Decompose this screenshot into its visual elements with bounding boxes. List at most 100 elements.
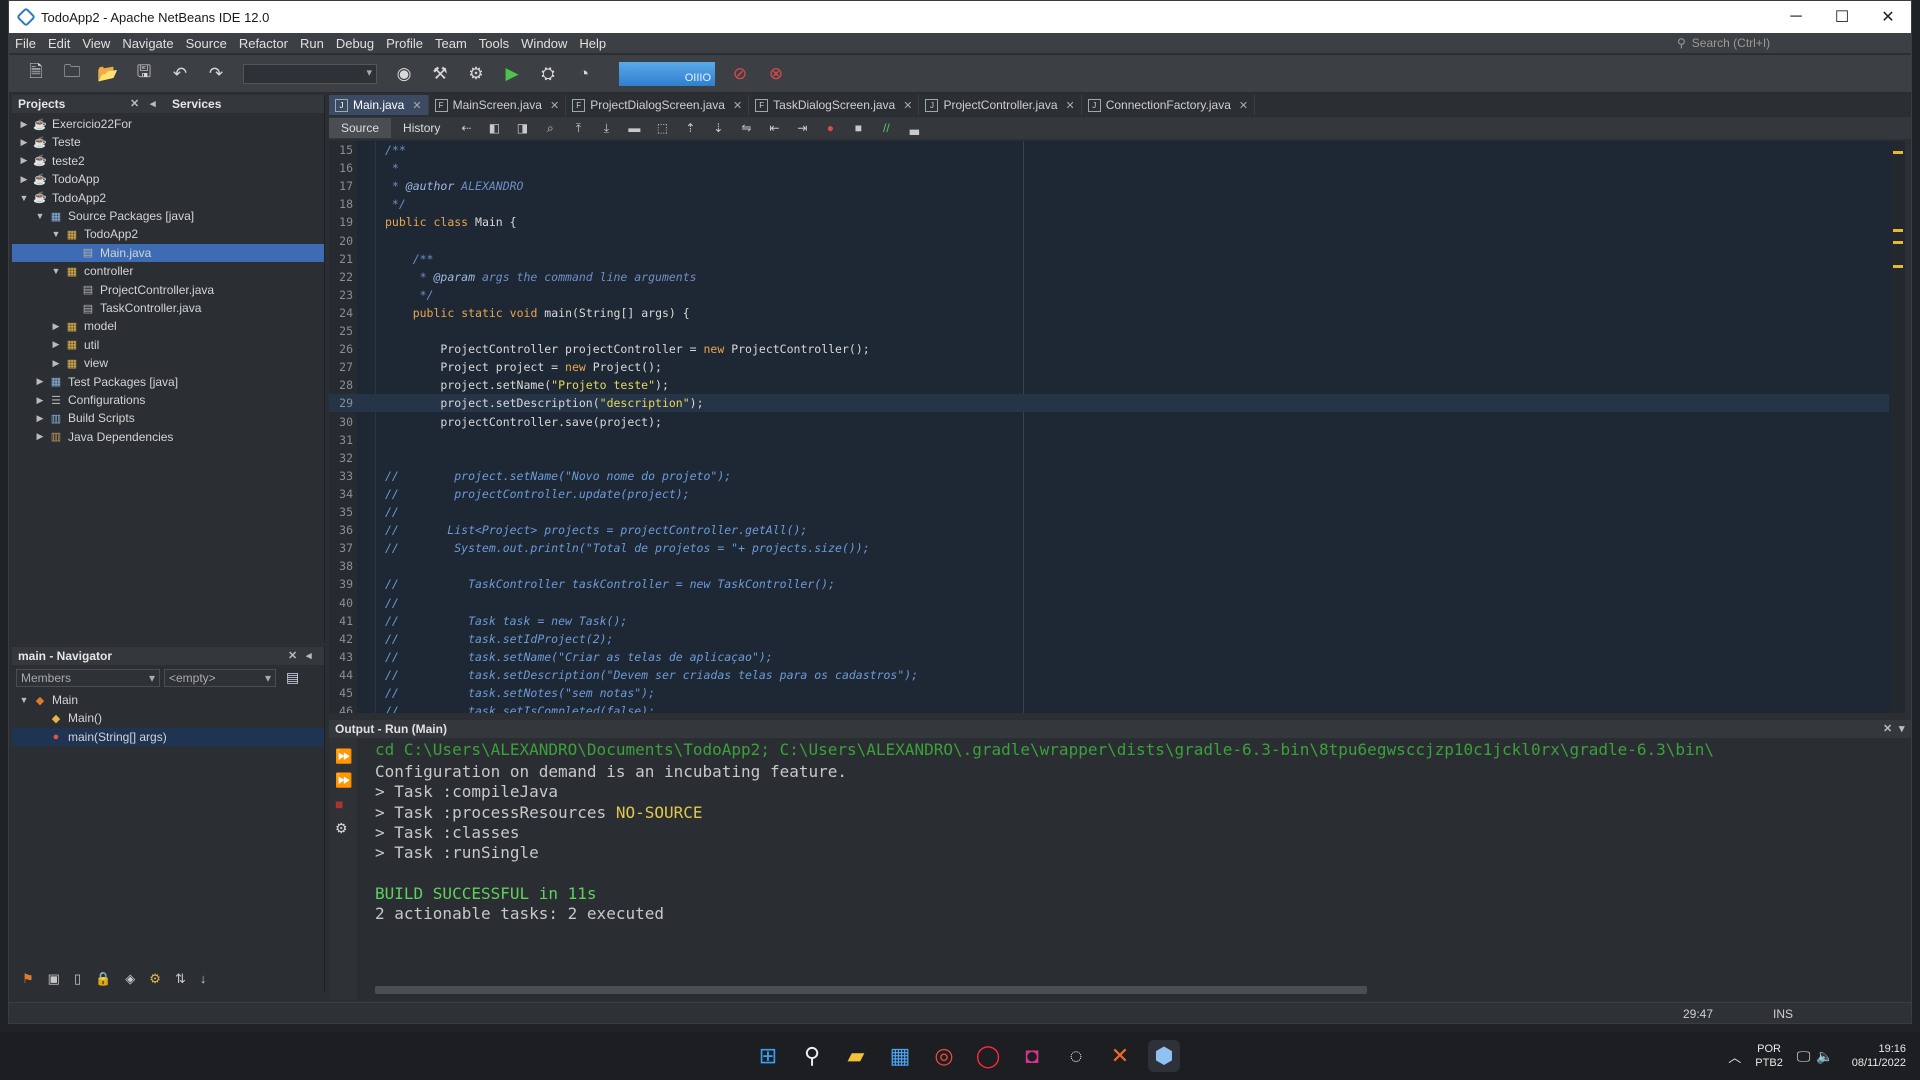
code-line[interactable]: 15 /** xyxy=(329,141,1889,159)
close-tab-icon[interactable]: ✕ xyxy=(733,99,742,112)
forward-icon[interactable]: ◨ xyxy=(514,120,530,136)
tree-item[interactable]: ▼ ☕ TodoApp2 xyxy=(12,189,324,207)
chrome-icon[interactable]: ◎ xyxy=(928,1040,960,1072)
tree-item[interactable]: ▶ ☕ Exercicio22For xyxy=(12,115,324,133)
language-indicator[interactable]: POR PTB2 xyxy=(1755,1042,1783,1070)
globe-icon[interactable]: ◉ xyxy=(391,61,417,87)
shift-left-icon[interactable]: ⇤ xyxy=(766,120,782,136)
tree-toggle-icon[interactable]: ▶ xyxy=(34,376,46,387)
code-line[interactable]: 32 xyxy=(329,449,1889,467)
members-filter-select[interactable]: Members ▾ xyxy=(16,669,160,687)
output-minimize-icon[interactable]: ▾ xyxy=(1899,722,1905,735)
tree-toggle-icon[interactable]: ▼ xyxy=(34,211,46,221)
tree-item[interactable]: ▶ ▥ Java Dependencies xyxy=(12,428,324,446)
code-line[interactable]: 39 // TaskController taskController = new… xyxy=(329,575,1889,593)
close-button[interactable]: ✕ xyxy=(1865,1,1911,33)
code-line[interactable]: 20 xyxy=(329,232,1889,250)
redo-icon[interactable]: ↷ xyxy=(203,61,229,87)
navigator-item[interactable]: ● main(String[] args) xyxy=(12,727,324,746)
debug-icon[interactable]: ⛭ xyxy=(535,61,561,87)
tree-toggle-icon[interactable]: ▶ xyxy=(34,431,46,442)
memory-indicator[interactable]: OIIIO xyxy=(619,61,715,86)
code-line[interactable]: 45 // task.setNotes("sem notas"); xyxy=(329,684,1889,702)
tree-item[interactable]: ▶ ☕ TodoApp xyxy=(12,170,324,188)
rerun-with-options-icon[interactable]: ⏩ xyxy=(335,772,352,789)
save-all-icon[interactable]: 🖫 xyxy=(131,61,157,87)
menu-tools[interactable]: Tools xyxy=(473,36,515,51)
projects-close-icon[interactable]: ✕ xyxy=(130,97,139,110)
code-line[interactable]: 41 // Task task = new Task(); xyxy=(329,612,1889,630)
windows-start-icon[interactable]: ⊞ xyxy=(752,1040,784,1072)
code-line[interactable]: 25 xyxy=(329,322,1889,340)
menu-source[interactable]: Source xyxy=(180,36,233,51)
stripe-mark[interactable] xyxy=(1893,151,1903,154)
code-line[interactable]: 26 ProjectController projectController =… xyxy=(329,340,1889,358)
menu-debug[interactable]: Debug xyxy=(330,36,380,51)
tree-toggle-icon[interactable]: ▶ xyxy=(18,137,30,148)
tree-toggle-icon[interactable]: ▶ xyxy=(50,321,62,332)
open-project-icon[interactable]: 📂 xyxy=(95,61,121,87)
close-tab-icon[interactable]: ✕ xyxy=(550,99,559,112)
error-stripe[interactable] xyxy=(1891,141,1905,713)
menu-team[interactable]: Team xyxy=(429,36,473,51)
show-static-icon[interactable]: ▯ xyxy=(74,971,81,987)
sort-by-source-icon[interactable]: ↓ xyxy=(200,971,207,987)
tab-projectcontroller-java[interactable]: J ProjectController.java ✕ xyxy=(919,95,1082,115)
tab-projectdialogscreen-java[interactable]: F ProjectDialogScreen.java ✕ xyxy=(566,95,750,115)
tree-item[interactable]: ▤ ProjectController.java xyxy=(12,281,324,299)
output-horizontal-scrollbar[interactable] xyxy=(375,986,1367,994)
close-tab-icon[interactable]: ✕ xyxy=(412,99,421,112)
tab-taskdialogscreen-java[interactable]: F TaskDialogScreen.java ✕ xyxy=(749,95,920,115)
menu-run[interactable]: Run xyxy=(294,36,330,51)
tree-toggle-icon[interactable]: ▶ xyxy=(50,339,62,350)
menu-navigate[interactable]: Navigate xyxy=(116,36,179,51)
maximize-button[interactable]: ☐ xyxy=(1819,1,1865,33)
shift-right-icon[interactable]: ⇥ xyxy=(794,120,810,136)
tree-toggle-icon[interactable]: ▼ xyxy=(50,266,62,276)
tab-mainscreen-java[interactable]: F MainScreen.java ✕ xyxy=(429,95,567,115)
stop-gc-icon[interactable]: ⊘ xyxy=(727,61,753,87)
close-tab-icon[interactable]: ✕ xyxy=(903,99,912,112)
history-view-button[interactable]: History xyxy=(391,118,452,138)
previous-bookmark-icon[interactable]: ⇡ xyxy=(682,120,698,136)
find-next-icon[interactable]: ⤓ xyxy=(598,120,614,136)
tree-toggle-icon[interactable]: ▶ xyxy=(34,413,46,424)
menu-window[interactable]: Window xyxy=(515,36,573,51)
chevron-up-icon[interactable]: ︿ xyxy=(1728,1047,1741,1066)
menu-refactor[interactable]: Refactor xyxy=(233,36,294,51)
back-icon[interactable]: ◧ xyxy=(486,120,502,136)
stop-macro-icon[interactable]: ■ xyxy=(850,120,866,136)
output-close-icon[interactable]: ✕ xyxy=(1883,722,1892,735)
settings-icon[interactable]: ⚙ xyxy=(335,820,348,837)
tree-item[interactable]: ▤ TaskController.java xyxy=(12,299,324,317)
navigator-filter-icon[interactable]: ▤ xyxy=(286,669,299,686)
code-line[interactable]: 36 // List<Project> projects = projectCon… xyxy=(329,521,1889,539)
code-line[interactable]: 17 * @author ALEXANDRO xyxy=(329,177,1889,195)
tree-item[interactable]: ▼ ▦ Source Packages [java] xyxy=(12,207,324,225)
microsoft-store-icon[interactable]: ▦ xyxy=(884,1040,916,1072)
code-line[interactable]: 31 xyxy=(329,431,1889,449)
code-line[interactable]: 23 */ xyxy=(329,286,1889,304)
tree-item[interactable]: ▼ ▦ controller xyxy=(12,262,324,280)
next-bookmark-icon[interactable]: ⇣ xyxy=(710,120,726,136)
rerun-icon[interactable]: ⏩ xyxy=(335,748,352,765)
projects-minimize-icon[interactable]: ◂ xyxy=(150,97,156,110)
opera-icon[interactable]: ◯ xyxy=(972,1040,1004,1072)
toggle-bookmark-icon[interactable]: ⇋ xyxy=(738,120,754,136)
file-explorer-icon[interactable]: ▰ xyxy=(840,1040,872,1072)
menu-view[interactable]: View xyxy=(76,36,116,51)
tab-connectionfactory-java[interactable]: J ConnectionFactory.java ✕ xyxy=(1082,95,1256,115)
output-title[interactable]: Output - Run (Main) xyxy=(329,722,447,736)
toggle-highlight-icon[interactable]: ▬ xyxy=(626,120,642,136)
insert-mode[interactable]: INS xyxy=(1773,1007,1793,1021)
tree-item[interactable]: ▶ ▥ Build Scripts xyxy=(12,409,324,427)
navigator-empty-select[interactable]: <empty> ▾ xyxy=(164,669,276,687)
configuration-combo[interactable] xyxy=(243,63,377,84)
minimize-button[interactable]: ─ xyxy=(1773,1,1819,33)
show-fields-icon[interactable]: ▣ xyxy=(48,971,60,987)
editor-vertical-scrollbar[interactable] xyxy=(1905,141,1911,713)
tree-item[interactable]: ▶ ▦ model xyxy=(12,317,324,335)
code-line[interactable]: 37 // System.out.println("Total de projet… xyxy=(329,539,1889,557)
code-line[interactable]: 43 // task.setName("Criar as telas de apl… xyxy=(329,648,1889,666)
tree-item[interactable]: ▶ ▦ util xyxy=(12,336,324,354)
